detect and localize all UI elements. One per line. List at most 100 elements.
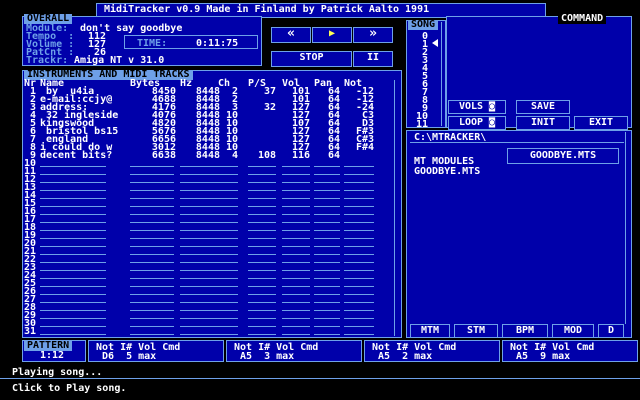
table-row[interactable]: 29: [22, 311, 420, 321]
empty-field: [344, 230, 374, 231]
song-position-marker: [432, 39, 438, 47]
table-row[interactable]: 15: [22, 199, 420, 209]
empty-field: [40, 318, 106, 319]
empty-field: [40, 222, 106, 223]
status-separator: [0, 378, 640, 379]
table-row[interactable]: 14: [22, 191, 420, 201]
empty-field: [248, 262, 276, 263]
table-row[interactable]: 25: [22, 279, 420, 289]
empty-field: [130, 262, 174, 263]
vols-button[interactable]: VOLS ◙: [448, 100, 506, 114]
tab-button[interactable]: BPM: [502, 324, 548, 338]
empty-field: [180, 326, 220, 327]
table-row[interactable]: 23: [22, 263, 420, 273]
stop-button[interactable]: STOP: [271, 51, 352, 67]
empty-field: [130, 222, 174, 223]
table-row[interactable]: 24: [22, 271, 420, 281]
empty-field: [282, 238, 310, 239]
time-label: TIME:: [137, 38, 168, 49]
table-row[interactable]: 13: [22, 183, 420, 193]
empty-field: [282, 310, 310, 311]
empty-field: [130, 206, 174, 207]
empty-field: [40, 294, 106, 295]
empty-field: [40, 302, 106, 303]
empty-field: [218, 230, 238, 231]
empty-field: [40, 198, 106, 199]
empty-field: [248, 166, 276, 167]
empty-field: [314, 230, 340, 231]
empty-field: [344, 182, 374, 183]
rewind-button[interactable]: «: [271, 27, 311, 43]
empty-field: [248, 270, 276, 271]
empty-field: [180, 230, 220, 231]
table-row[interactable]: 9 decent bits? 6638 8448 4 108 116 64: [22, 151, 420, 161]
tab-button[interactable]: D: [598, 324, 624, 338]
empty-field: [282, 230, 310, 231]
empty-field: [218, 270, 238, 271]
table-row[interactable]: 26: [22, 287, 420, 297]
save-button[interactable]: SAVE: [516, 100, 570, 114]
table-row[interactable]: 11: [22, 167, 420, 177]
empty-field: [130, 302, 174, 303]
empty-field: [218, 262, 238, 263]
file-entry[interactable]: GOODBYE.MTS: [414, 167, 480, 177]
empty-field: [180, 262, 220, 263]
table-row[interactable]: 30: [22, 319, 420, 329]
exit-button[interactable]: EXIT: [574, 116, 628, 130]
init-button[interactable]: INIT: [516, 116, 570, 130]
empty-field: [130, 270, 174, 271]
table-row[interactable]: 27: [22, 295, 420, 305]
cell-not: F#4: [355, 142, 374, 153]
empty-field: [130, 246, 174, 247]
empty-field: [180, 318, 220, 319]
empty-field: [218, 334, 238, 335]
table-row[interactable]: 18: [22, 223, 420, 233]
empty-field: [344, 270, 374, 271]
selected-file[interactable]: GOODBYE.MTS: [507, 148, 619, 164]
empty-field: [344, 286, 374, 287]
play-button[interactable]: ▶: [312, 27, 352, 43]
forward-button[interactable]: »: [353, 27, 393, 43]
empty-field: [40, 262, 106, 263]
empty-field: [314, 198, 340, 199]
tab-button[interactable]: STM: [454, 324, 498, 338]
table-row[interactable]: 20: [22, 239, 420, 249]
empty-field: [314, 294, 340, 295]
table-row[interactable]: 17: [22, 215, 420, 225]
file-scrollbar[interactable]: [625, 132, 631, 324]
loop-button[interactable]: LOOP ◙: [448, 116, 506, 130]
table-row[interactable]: 22: [22, 255, 420, 265]
empty-field: [180, 166, 220, 167]
pause-button[interactable]: II: [353, 51, 393, 67]
table-row[interactable]: 12: [22, 175, 420, 185]
table-row[interactable]: 28: [22, 303, 420, 313]
empty-field: [180, 222, 220, 223]
empty-field: [40, 166, 106, 167]
empty-field: [248, 302, 276, 303]
empty-field: [248, 286, 276, 287]
empty-field: [180, 278, 220, 279]
empty-field: [40, 246, 106, 247]
empty-field: [314, 326, 340, 327]
empty-field: [248, 326, 276, 327]
empty-field: [130, 182, 174, 183]
empty-field: [282, 270, 310, 271]
instruments-scrollbar[interactable]: [394, 80, 400, 336]
table-row[interactable]: 21: [22, 247, 420, 257]
empty-field: [40, 214, 106, 215]
empty-field: [180, 286, 220, 287]
empty-field: [282, 246, 310, 247]
tab-button[interactable]: MOD: [552, 324, 594, 338]
table-row[interactable]: 19: [22, 231, 420, 241]
empty-field: [248, 254, 276, 255]
empty-field: [40, 270, 106, 271]
empty-field: [218, 174, 238, 175]
empty-field: [130, 198, 174, 199]
table-row[interactable]: 16: [22, 207, 420, 217]
empty-field: [282, 334, 310, 335]
table-row[interactable]: 31: [22, 327, 420, 337]
table-row[interactable]: 10: [22, 159, 420, 169]
empty-field: [314, 222, 340, 223]
empty-field: [344, 334, 374, 335]
empty-field: [218, 190, 238, 191]
